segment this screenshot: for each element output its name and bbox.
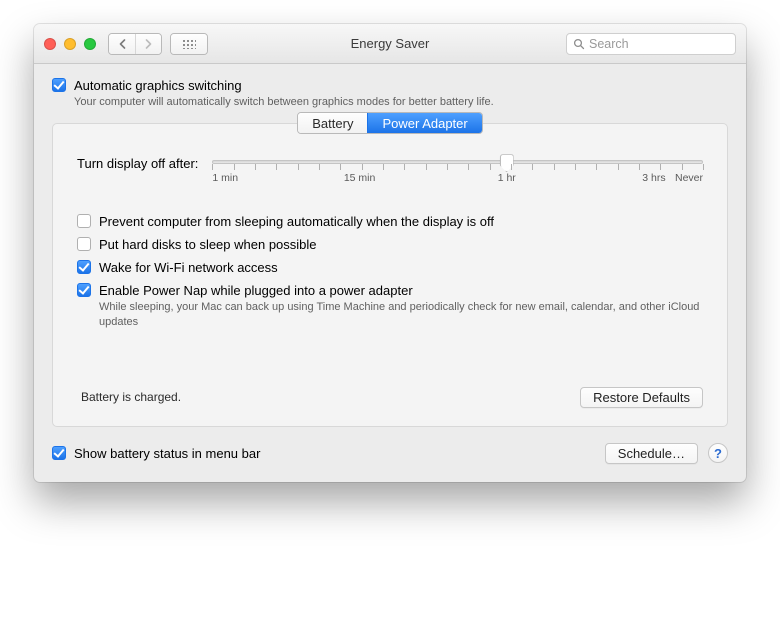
- battery-status-text: Battery is charged.: [77, 390, 181, 404]
- panel-footer: Battery is charged. Restore Defaults: [77, 387, 703, 408]
- display-off-label: Turn display off after:: [77, 154, 198, 171]
- auto-graphics-row: Automatic graphics switching Your comput…: [52, 78, 728, 109]
- options-list: Prevent computer from sleeping automatic…: [77, 214, 703, 329]
- close-button[interactable]: [44, 38, 56, 50]
- wake-wifi-row: Wake for Wi-Fi network access: [77, 260, 703, 275]
- back-button[interactable]: [109, 34, 135, 54]
- tab-battery[interactable]: Battery: [298, 113, 367, 133]
- titlebar: Energy Saver: [34, 24, 746, 64]
- tabs: Battery Power Adapter: [53, 112, 727, 134]
- slider-tick-label: 3 hrs: [642, 172, 665, 184]
- restore-defaults-button[interactable]: Restore Defaults: [580, 387, 703, 408]
- power-nap-label: Enable Power Nap while plugged into a po…: [99, 283, 703, 298]
- hard-disks-row: Put hard disks to sleep when possible: [77, 237, 703, 252]
- wake-wifi-label: Wake for Wi-Fi network access: [99, 260, 278, 275]
- auto-graphics-checkbox[interactable]: [52, 78, 66, 92]
- show-battery-menu-label: Show battery status in menu bar: [74, 446, 260, 461]
- slider-tick-label: 15 min: [344, 172, 376, 184]
- power-nap-subtext: While sleeping, your Mac can back up usi…: [99, 300, 703, 329]
- auto-graphics-label: Automatic graphics switching: [74, 78, 494, 93]
- grid-icon: [182, 39, 196, 49]
- tab-power-adapter[interactable]: Power Adapter: [367, 113, 481, 133]
- nav-segment: [108, 33, 162, 55]
- energy-saver-window: Energy Saver Automatic graphics switchin…: [34, 24, 746, 482]
- power-nap-row: Enable Power Nap while plugged into a po…: [77, 283, 703, 329]
- display-off-slider-row: Turn display off after: 1 min 15 min 1 hr 3…: [77, 154, 703, 184]
- prevent-sleep-checkbox[interactable]: [77, 214, 91, 228]
- prevent-sleep-row: Prevent computer from sleeping automatic…: [77, 214, 703, 229]
- hard-disks-label: Put hard disks to sleep when possible: [99, 237, 317, 252]
- hard-disks-checkbox[interactable]: [77, 237, 91, 251]
- schedule-button[interactable]: Schedule…: [605, 443, 698, 464]
- show-all-segment: [170, 33, 208, 55]
- slider-tick-label: 1 hr: [498, 172, 516, 184]
- zoom-button[interactable]: [84, 38, 96, 50]
- prevent-sleep-label: Prevent computer from sleeping automatic…: [99, 214, 494, 229]
- slider-tick-label: 1 min: [212, 172, 238, 184]
- forward-button[interactable]: [135, 34, 161, 54]
- show-all-button[interactable]: [171, 34, 207, 54]
- display-off-slider[interactable]: 1 min 15 min 1 hr 3 hrs Never: [212, 154, 703, 184]
- power-nap-checkbox[interactable]: [77, 283, 91, 297]
- settings-panel: Battery Power Adapter Turn display off a…: [52, 123, 728, 427]
- slider-tick-label: Never: [675, 172, 703, 184]
- wake-wifi-checkbox[interactable]: [77, 260, 91, 274]
- help-button[interactable]: ?: [708, 443, 728, 463]
- auto-graphics-subtext: Your computer will automatically switch …: [74, 95, 494, 109]
- window-controls: [44, 38, 96, 50]
- search-icon: [573, 38, 585, 50]
- search-input[interactable]: [589, 37, 729, 51]
- content: Automatic graphics switching Your comput…: [34, 64, 746, 482]
- bottom-row: Show battery status in menu bar Schedule…: [52, 443, 728, 464]
- show-battery-menu-checkbox[interactable]: [52, 446, 66, 460]
- search-field[interactable]: [566, 33, 736, 55]
- minimize-button[interactable]: [64, 38, 76, 50]
